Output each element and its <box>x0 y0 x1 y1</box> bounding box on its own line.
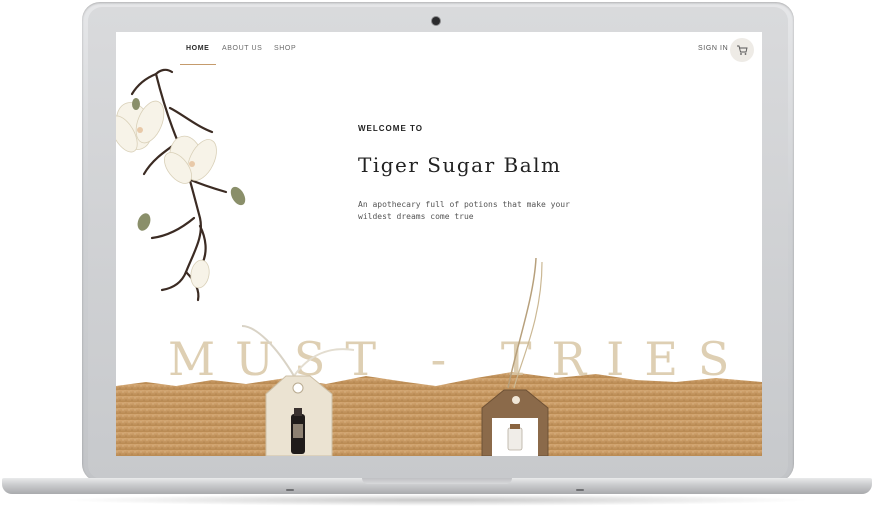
welcome-label: WELCOME TO <box>358 124 423 133</box>
nav-home[interactable]: HOME <box>186 45 209 52</box>
laptop-foot-right <box>576 489 584 491</box>
cart-button[interactable] <box>730 38 754 62</box>
nav-active-underline <box>180 64 216 65</box>
hero-tagline: An apothecary full of potions that make … <box>358 200 570 221</box>
camera-icon <box>432 17 440 25</box>
laptop-foot-left <box>286 489 294 491</box>
gift-tag-image <box>481 258 549 456</box>
magnolia-branch-image <box>116 68 246 302</box>
website-screen: HOME ABOUT US SHOP SIGN IN WELCOME TO Ti… <box>116 32 762 456</box>
cart-icon <box>737 45 748 55</box>
sign-in-link[interactable]: SIGN IN <box>698 45 728 52</box>
laptop-notch <box>362 478 512 484</box>
gift-tag-image <box>241 325 355 456</box>
page-title: Tiger Sugar Balm <box>358 153 562 177</box>
nav-shop[interactable]: SHOP <box>274 45 296 52</box>
laptop-shadow <box>60 494 814 506</box>
nav-about-us[interactable]: ABOUT US <box>222 45 262 52</box>
